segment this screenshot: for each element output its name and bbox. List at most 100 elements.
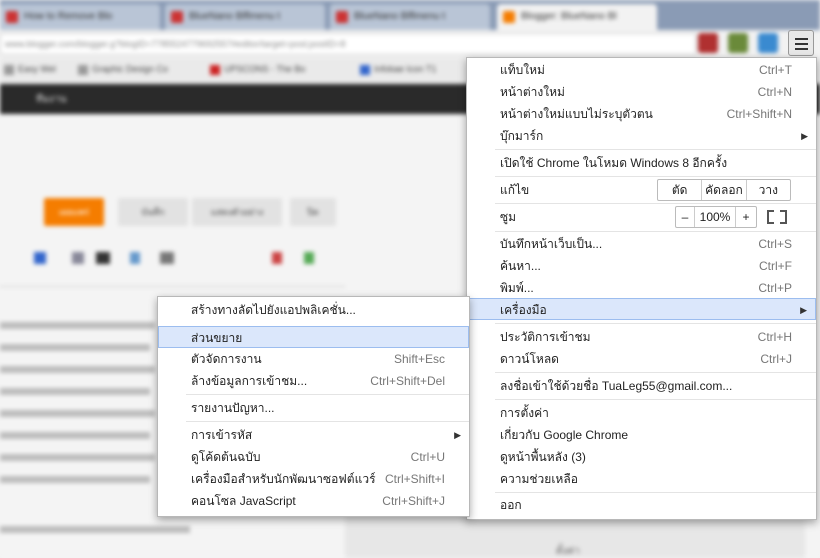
menu-item-report-issue[interactable]: รายงานปัญหา... xyxy=(158,397,469,419)
menu-item-encoding[interactable]: การเข้ารหัส ▶ xyxy=(158,424,469,446)
menu-label: คอนโซล JavaScript xyxy=(191,494,296,508)
menu-item-history[interactable]: ประวัติการเข้าชม Ctrl+H xyxy=(467,326,816,348)
extension-icon[interactable] xyxy=(698,33,718,53)
menu-label: ล้างข้อมูลการเข้าชม... xyxy=(191,374,308,388)
menu-item-signed-in[interactable]: ลงชื่อเข้าใช้ด้วยชื่อ TuaLeg55@gmail.com… xyxy=(467,375,816,397)
cut-button[interactable]: ตัด xyxy=(658,180,703,200)
favicon-icon xyxy=(171,11,183,23)
paste-button[interactable]: วาง xyxy=(747,180,790,200)
bookmark-icon xyxy=(78,64,88,75)
menu-label: ประวัติการเข้าชม xyxy=(500,330,591,344)
zoom-out-button[interactable]: – xyxy=(676,207,695,227)
bookmark-label: Infobae Icon T1 xyxy=(374,64,437,74)
menu-label: บันทึกหน้าเว็บเป็น... xyxy=(500,237,603,251)
menu-item-new-window[interactable]: หน้าต่างใหม่ Ctrl+N xyxy=(467,81,816,103)
menu-item-save-page[interactable]: บันทึกหน้าเว็บเป็น... Ctrl+S xyxy=(467,233,816,255)
menu-label: ดูโค้ดต้นฉบับ xyxy=(191,450,261,464)
favicon-icon xyxy=(6,11,18,23)
menu-item-help[interactable]: ความช่วยเหลือ xyxy=(467,468,816,490)
bookmark-item[interactable]: UPSCONS - The Bo xyxy=(210,64,305,75)
menu-item-javascript-console[interactable]: คอนโซล JavaScript Ctrl+Shift+J xyxy=(158,490,469,512)
text-line xyxy=(0,322,155,329)
bookmark-item[interactable]: Infobae Icon T1 xyxy=(360,64,436,75)
video-icon[interactable] xyxy=(96,252,110,264)
save-button[interactable]: บันทึก xyxy=(118,198,188,226)
tab-strip: How to Remove Blo BlueNano Blflmenu t Bl… xyxy=(0,0,820,30)
menu-row-zoom: ซูม – 100% + xyxy=(467,206,816,228)
formatting-toolbar xyxy=(0,248,340,268)
blogger-favicon-icon xyxy=(503,11,515,23)
menu-item-task-manager[interactable]: ตัวจัดการงาน Shift+Esc xyxy=(158,348,469,370)
menu-item-windows8-mode[interactable]: เปิดใช้ Chrome ในโหมด Windows 8 อีกครั้ง xyxy=(467,152,816,174)
shortcut-label: Ctrl+N xyxy=(757,85,792,99)
header-item[interactable]: ทีมงาน xyxy=(36,92,67,107)
fullscreen-icon[interactable] xyxy=(767,210,787,224)
tab-1[interactable]: How to Remove Blo xyxy=(0,4,160,30)
menu-item-background-pages[interactable]: ดูหน้าพื้นหลัง (3) xyxy=(467,446,816,468)
menu-item-print[interactable]: พิมพ์... Ctrl+P xyxy=(467,277,816,299)
menu-item-downloads[interactable]: ดาวน์โหลด Ctrl+J xyxy=(467,348,816,370)
menu-item-tools[interactable]: เครื่องมือ ▶ xyxy=(467,298,816,320)
text-line xyxy=(0,432,150,439)
menu-item-find[interactable]: ค้นหา... Ctrl+F xyxy=(467,255,816,277)
copy-button[interactable]: คัดลอก xyxy=(702,180,747,200)
menu-label: ลงชื่อเข้าใช้ด้วยชื่อ TuaLeg55@gmail.com… xyxy=(500,379,733,393)
text-line xyxy=(0,366,155,373)
menu-item-view-source[interactable]: ดูโค้ดต้นฉบับ Ctrl+U xyxy=(158,446,469,468)
tools-submenu: สร้างทางลัดไปยังแอปพลิเคชั่น... ส่วนขยาย… xyxy=(157,296,470,517)
clear-format-icon[interactable] xyxy=(304,252,314,264)
extension-icon[interactable] xyxy=(758,33,778,53)
close-button[interactable]: ปิด xyxy=(290,198,336,226)
publish-button[interactable]: เผยแพร่ xyxy=(44,198,104,226)
menu-item-new-tab[interactable]: แท็บใหม่ Ctrl+T xyxy=(467,59,816,81)
tab-4-active[interactable]: Blogger: BlueNano Bl xyxy=(497,4,657,30)
bookmark-icon xyxy=(360,64,370,75)
menu-item-extensions[interactable]: ส่วนขยาย xyxy=(158,326,469,348)
chrome-menu-button[interactable] xyxy=(788,30,814,56)
translit-icon[interactable] xyxy=(272,252,282,264)
bookmark-icon xyxy=(210,64,220,75)
tab-label: Blogger: BlueNano Bl xyxy=(521,11,617,22)
menu-item-developer-tools[interactable]: เครื่องมือสำหรับนักพัฒนาซอฟต์แวร์ Ctrl+Sh… xyxy=(158,468,469,490)
menu-label: รายงานปัญหา... xyxy=(191,401,275,415)
align-icon[interactable] xyxy=(160,252,174,264)
separator xyxy=(495,203,816,204)
menu-label: พิมพ์... xyxy=(500,281,534,295)
text-line xyxy=(0,526,190,533)
menu-item-exit[interactable]: ออก xyxy=(467,494,816,516)
menu-label: ดาวน์โหลด xyxy=(500,352,559,366)
extension-icon[interactable] xyxy=(728,33,748,53)
menu-item-bookmarks[interactable]: บุ๊กมาร์ก ▶ xyxy=(467,125,816,147)
jump-break-icon[interactable] xyxy=(130,252,140,264)
zoom-in-button[interactable]: + xyxy=(736,207,756,227)
tab-2[interactable]: BlueNano Blflmenu t xyxy=(165,4,325,30)
separator xyxy=(495,176,816,177)
menu-item-about[interactable]: เกี่ยวกับ Google Chrome xyxy=(467,424,816,446)
format-icon[interactable] xyxy=(34,252,46,264)
menu-label: หน้าต่างใหม่แบบไม่ระบุตัวตน xyxy=(500,107,653,121)
separator xyxy=(495,399,816,400)
preview-button[interactable]: แสดงตัวอย่าง xyxy=(192,198,282,226)
menu-item-clear-browsing-data[interactable]: ล้างข้อมูลการเข้าชม... Ctrl+Shift+Del xyxy=(158,370,469,392)
menu-label: การเข้ารหัส xyxy=(191,428,253,442)
shortcut-label: Shift+Esc xyxy=(393,352,445,366)
text-line xyxy=(0,454,155,461)
image-icon[interactable] xyxy=(72,252,84,264)
menu-label: ส่วนขยาย xyxy=(191,331,243,345)
menu-label: ความช่วยเหลือ xyxy=(500,472,578,486)
bookmark-item[interactable]: Graphic Design Co xyxy=(78,64,168,75)
submenu-arrow-icon: ▶ xyxy=(454,430,461,440)
menu-label: ดูหน้าพื้นหลัง (3) xyxy=(500,450,586,464)
text-line xyxy=(0,410,155,417)
shortcut-label: Ctrl+T xyxy=(759,63,792,77)
settings-label: ตั้งค่า xyxy=(556,546,580,557)
address-bar[interactable]: www.blogger.com/blogger.g?blogID=7785524… xyxy=(0,33,696,55)
tab-3[interactable]: BlueNano Blflmenu t xyxy=(330,4,490,30)
bookmark-item[interactable]: Easy Wel xyxy=(4,64,56,75)
menu-item-create-shortcuts[interactable]: สร้างทางลัดไปยังแอปพลิเคชั่น... xyxy=(158,299,469,321)
submenu-arrow-icon: ▶ xyxy=(801,131,808,141)
menu-item-incognito[interactable]: หน้าต่างใหม่แบบไม่ระบุตัวตน Ctrl+Shift+N xyxy=(467,103,816,125)
bookmark-label: UPSCONS - The Bo xyxy=(224,64,306,74)
menu-item-settings[interactable]: การตั้งค่า xyxy=(467,402,816,424)
divider xyxy=(0,286,345,287)
